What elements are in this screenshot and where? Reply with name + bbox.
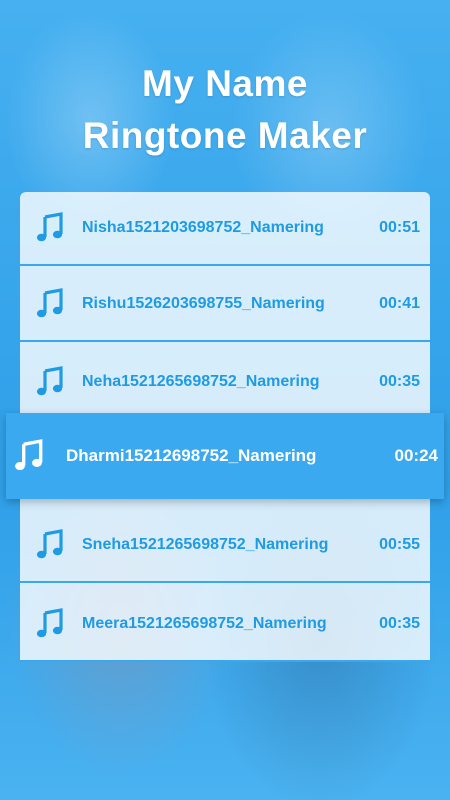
ringtone-name: Meera1521265698752_Namering [82,615,327,632]
ringtone-item-selected[interactable]: Dharmi15212698752_Namering 00:24 [6,413,444,499]
music-note-icon [36,366,63,396]
app-title: My Name Ringtone Maker [0,58,450,162]
music-note-icon [36,608,63,638]
ringtone-duration: 00:35 [379,373,420,390]
music-note-icon [36,288,63,318]
ringtone-item[interactable]: Nisha1521203698752_Namering 00:51 [20,192,430,266]
ringtone-name: Rishu1526203698755_Namering [82,295,325,312]
app-title-line2: Ringtone Maker [82,115,368,156]
ringtone-item[interactable]: Sneha1521265698752_Namering 00:55 [20,509,430,583]
ringtone-item[interactable]: Neha1521265698752_Namering 00:35 [20,346,430,420]
ringtone-duration: 00:35 [379,615,420,632]
ringtone-name: Neha1521265698752_Namering [82,373,320,390]
ringtone-item[interactable]: Rishu1526203698755_Namering 00:41 [20,268,430,342]
ringtone-name: Nisha1521203698752_Namering [82,219,324,236]
music-note-icon [36,529,63,559]
music-note-icon [15,439,43,471]
ringtone-duration: 00:51 [379,219,420,236]
music-note-icon [36,212,63,242]
ringtone-duration: 00:55 [379,536,420,553]
ringtone-name: Dharmi15212698752_Namering [66,446,317,465]
ringtone-duration: 00:41 [379,295,420,312]
app-title-line1: My Name [142,63,308,104]
ringtone-name: Sneha1521265698752_Namering [82,536,329,553]
ringtone-item[interactable]: Meera1521265698752_Namering 00:35 [20,588,430,662]
ringtone-duration: 00:24 [394,446,438,465]
